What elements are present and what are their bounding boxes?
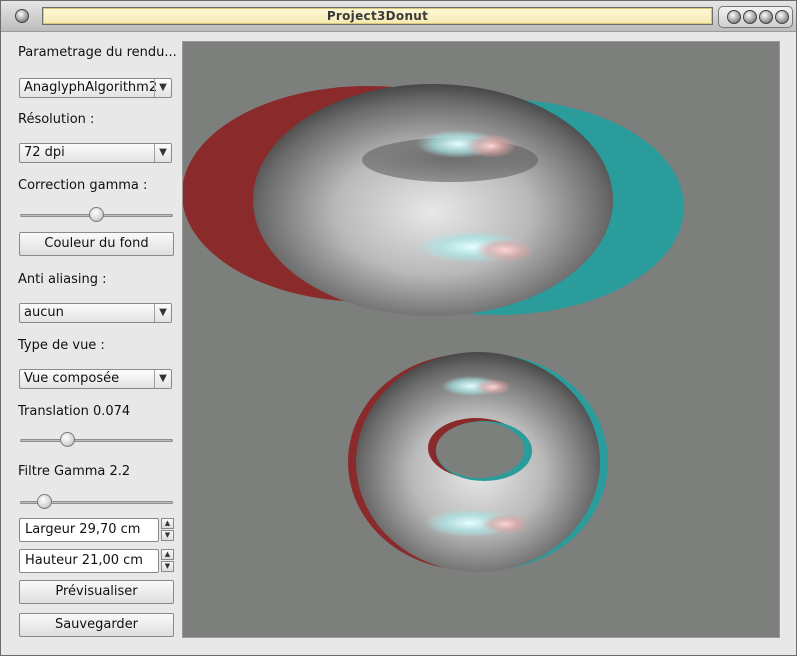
antialiasing-value: aucun <box>24 305 64 320</box>
save-button[interactable]: Sauvegarder <box>19 613 174 637</box>
view-type-value: Vue composée <box>24 371 120 386</box>
width-spinner[interactable]: Largeur 29,70 cm ▲ ▼ <box>19 518 174 542</box>
slider-thumb[interactable] <box>37 494 52 509</box>
bottom-torus-highlight-red <box>475 379 511 395</box>
slider-track <box>20 439 173 442</box>
antialiasing-label: Anti aliasing : <box>18 272 107 287</box>
gamma-filter-label: Filtre Gamma 2.2 <box>18 464 131 479</box>
top-torus-highlight-red <box>465 134 517 158</box>
bottom-torus-highlight-bottom-red <box>481 514 529 534</box>
chevron-down-icon: ▼ <box>154 370 171 388</box>
view-type-select[interactable]: Vue composée ▼ <box>19 369 172 389</box>
resolution-label: Résolution : <box>18 112 95 127</box>
preview-button[interactable]: Prévisualiser <box>19 580 174 604</box>
minimize-button[interactable] <box>727 10 741 24</box>
algorithm-select[interactable]: AnaglyphAlgorithm2 ▼ <box>19 78 172 98</box>
maximize-button[interactable] <box>759 10 773 24</box>
section-title: Parametrage du rendu... <box>18 45 177 60</box>
gamma-filter-slider[interactable] <box>20 494 173 510</box>
chevron-down-icon[interactable]: ▼ <box>161 530 174 541</box>
chevron-down-icon: ▼ <box>154 304 171 322</box>
app-window: Project3Donut Parametrage du rendu... An… <box>0 0 797 656</box>
height-spinner[interactable]: Hauteur 21,00 cm ▲ ▼ <box>19 549 174 573</box>
gamma-correction-slider[interactable] <box>20 207 173 223</box>
top-torus <box>182 84 684 316</box>
shade-button[interactable] <box>743 10 757 24</box>
resolution-select[interactable]: 72 dpi ▼ <box>19 143 172 163</box>
render-viewport[interactable] <box>182 41 780 638</box>
window-menu-button[interactable] <box>15 9 29 23</box>
antialiasing-select[interactable]: aucun ▼ <box>19 303 172 323</box>
window-title: Project3Donut <box>326 9 429 23</box>
title-bar[interactable]: Project3Donut <box>1 1 796 32</box>
slider-thumb[interactable] <box>89 207 104 222</box>
chevron-down-icon[interactable]: ▼ <box>161 561 174 572</box>
translation-slider[interactable] <box>20 432 173 448</box>
resolution-value: 72 dpi <box>24 145 65 160</box>
translation-label: Translation 0.074 <box>18 404 131 419</box>
anaglyph-render <box>182 84 684 572</box>
slider-thumb[interactable] <box>60 432 75 447</box>
algorithm-value: AnaglyphAlgorithm2 <box>24 80 158 95</box>
chevron-down-icon: ▼ <box>154 144 171 162</box>
bottom-torus <box>348 352 608 572</box>
window-controls <box>718 6 793 28</box>
settings-panel: Parametrage du rendu... AnaglyphAlgorith… <box>9 34 179 646</box>
height-field[interactable]: Hauteur 21,00 cm <box>19 549 159 573</box>
title-box: Project3Donut <box>42 7 713 25</box>
chevron-up-icon[interactable]: ▲ <box>161 518 174 529</box>
top-torus-body <box>253 84 613 316</box>
view-type-label: Type de vue : <box>18 338 105 353</box>
background-color-button[interactable]: Couleur du fond <box>19 232 174 256</box>
bottom-torus-hole <box>436 422 524 478</box>
close-button[interactable] <box>775 10 789 24</box>
gamma-correction-label: Correction gamma : <box>18 178 148 193</box>
chevron-down-icon: ▼ <box>154 79 171 97</box>
chevron-up-icon[interactable]: ▲ <box>161 549 174 560</box>
width-field[interactable]: Largeur 29,70 cm <box>19 518 159 542</box>
top-torus-highlight-bottom-red <box>475 238 535 262</box>
